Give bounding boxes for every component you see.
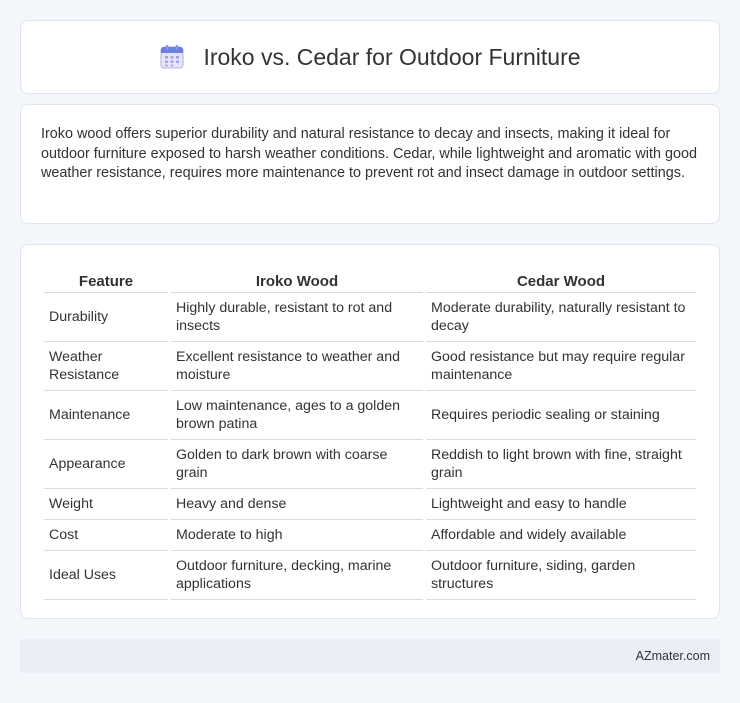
cedar-cell: Good resistance but may require regular … bbox=[426, 342, 696, 391]
table-row: Weight Heavy and dense Lightweight and e… bbox=[44, 489, 696, 520]
column-header-feature: Feature bbox=[44, 265, 168, 293]
intro-paragraph: Iroko wood offers superior durability an… bbox=[41, 126, 697, 181]
page-title: Iroko vs. Cedar for Outdoor Furniture bbox=[203, 43, 581, 70]
feature-cell: Durability bbox=[44, 293, 168, 342]
footer-bar: AZmater.com bbox=[20, 639, 720, 673]
iroko-cell: Heavy and dense bbox=[171, 489, 423, 520]
table-row: Durability Highly durable, resistant to … bbox=[44, 293, 696, 342]
iroko-cell: Moderate to high bbox=[171, 520, 423, 551]
table-row: Maintenance Low maintenance, ages to a g… bbox=[44, 391, 696, 440]
table-row: Weather Resistance Excellent resistance … bbox=[44, 342, 696, 391]
feature-cell: Weight bbox=[44, 489, 168, 520]
feature-cell: Weather Resistance bbox=[44, 342, 168, 391]
comparison-card: Feature Iroko Wood Cedar Wood Durability… bbox=[20, 244, 720, 619]
iroko-cell: Excellent resistance to weather and mois… bbox=[171, 342, 423, 391]
feature-cell: Appearance bbox=[44, 440, 168, 489]
table-header-row: Feature Iroko Wood Cedar Wood bbox=[44, 265, 696, 293]
intro-card: Iroko wood offers superior durability an… bbox=[20, 104, 720, 224]
calendar-icon bbox=[160, 45, 184, 69]
iroko-cell: Golden to dark brown with coarse grain bbox=[171, 440, 423, 489]
cedar-cell: Requires periodic sealing or staining bbox=[426, 391, 696, 440]
footer-site-link[interactable]: AZmater.com bbox=[636, 649, 710, 663]
feature-cell: Ideal Uses bbox=[44, 551, 168, 600]
table-row: Ideal Uses Outdoor furniture, decking, m… bbox=[44, 551, 696, 600]
cedar-cell: Affordable and widely available bbox=[426, 520, 696, 551]
comparison-table: Feature Iroko Wood Cedar Wood Durability… bbox=[41, 265, 699, 600]
table-row: Appearance Golden to dark brown with coa… bbox=[44, 440, 696, 489]
cedar-cell: Reddish to light brown with fine, straig… bbox=[426, 440, 696, 489]
feature-cell: Maintenance bbox=[44, 391, 168, 440]
iroko-cell: Outdoor furniture, decking, marine appli… bbox=[171, 551, 423, 600]
table-row: Cost Moderate to high Affordable and wid… bbox=[44, 520, 696, 551]
iroko-cell: Highly durable, resistant to rot and ins… bbox=[171, 293, 423, 342]
cedar-cell: Outdoor furniture, siding, garden struct… bbox=[426, 551, 696, 600]
header-card: Iroko vs. Cedar for Outdoor Furniture bbox=[20, 20, 720, 94]
column-header-cedar: Cedar Wood bbox=[426, 265, 696, 293]
iroko-cell: Low maintenance, ages to a golden brown … bbox=[171, 391, 423, 440]
column-header-iroko: Iroko Wood bbox=[171, 265, 423, 293]
cedar-cell: Lightweight and easy to handle bbox=[426, 489, 696, 520]
feature-cell: Cost bbox=[44, 520, 168, 551]
cedar-cell: Moderate durability, naturally resistant… bbox=[426, 293, 696, 342]
